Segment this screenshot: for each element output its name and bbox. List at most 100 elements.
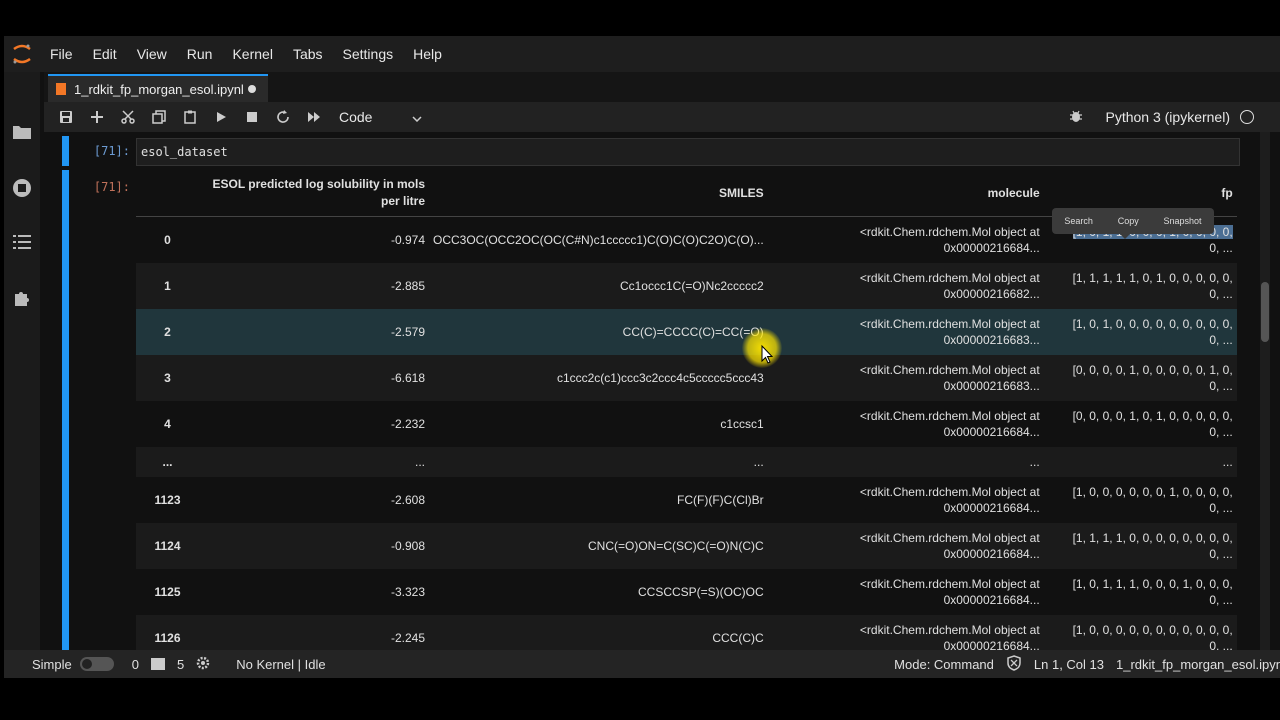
molecule-cell: <rdkit.Chem.rdchem.Mol object at 0x000002… — [768, 401, 1044, 447]
folder-icon[interactable] — [10, 120, 34, 144]
table-row: 1123 -2.608 FC(F)(F)C(Cl)Br <rdkit.Chem.rdc… — [136, 477, 1237, 523]
fast-forward-icon[interactable] — [298, 102, 329, 132]
fp-cell-text: 0, ... — [1209, 547, 1233, 561]
cut-icon[interactable] — [112, 102, 143, 132]
menu-edit[interactable]: Edit — [83, 36, 127, 72]
row-index: 1123 — [136, 477, 199, 523]
cell-type-dropdown[interactable]: Code — [339, 109, 422, 125]
molecule-cell-text: 0x00000216684... — [943, 547, 1040, 561]
kernels-count[interactable]: 5 — [177, 657, 184, 672]
vertical-scrollbar[interactable] — [1260, 132, 1270, 650]
cursor-position[interactable]: Ln 1, Col 13 — [1034, 657, 1104, 672]
running-sessions-icon[interactable] — [10, 176, 34, 200]
run-icon[interactable] — [205, 102, 236, 132]
smiles-cell: ... — [429, 447, 768, 477]
copy-icon[interactable] — [143, 102, 174, 132]
fp-cell-text: [1, 1, 1, 1, 0, 0, 0, 0, 0, 0, 0, 0, — [1072, 531, 1233, 545]
table-row: 1124 -0.908 CNC(=O)ON=C(SC)C(=O)N(C)C <rdki… — [136, 523, 1237, 569]
fp-cell-text: ... — [1222, 455, 1233, 469]
esol-cell: -0.908 — [199, 523, 429, 569]
table-row: 2 -2.579 CC(C)=CCCC(C)=CC(=O) <rdkit.Chem.r… — [136, 309, 1237, 355]
esol-header-line1: ESOL predicted log solubility in mols — [212, 177, 425, 191]
molecule-cell-text: <rdkit.Chem.rdchem.Mol object at — [859, 271, 1040, 285]
molecule-header: molecule — [767, 170, 1044, 217]
row-index-text: 1 — [164, 279, 171, 293]
paste-icon[interactable] — [174, 102, 205, 132]
fp-cell-text: 0, ... — [1209, 333, 1233, 347]
stop-icon[interactable] — [236, 102, 267, 132]
snapshot-button[interactable]: Snapshot — [1164, 216, 1202, 226]
restart-icon[interactable] — [267, 102, 298, 132]
copy-button[interactable]: Copy — [1118, 216, 1139, 226]
esol-header-line2: per litre — [380, 194, 425, 208]
menu-kernel[interactable]: Kernel — [222, 36, 282, 72]
molecule-cell: <rdkit.Chem.rdchem.Mol object at 0x000002… — [768, 477, 1044, 523]
fp-cell: [0, 0, 0, 0, 1, 0, 1, 0, 0, 0, 0, 0, 0, .… — [1044, 401, 1237, 447]
scrollbar-thumb[interactable] — [1261, 282, 1269, 342]
molecule-cell-text: <rdkit.Chem.rdchem.Mol object at — [859, 225, 1040, 239]
esol-cell: ... — [199, 447, 429, 477]
jupyter-logo-icon — [4, 36, 40, 72]
menu-view[interactable]: View — [127, 36, 177, 72]
fp-cell-text: 0, ... — [1209, 425, 1233, 439]
menubar: File Edit View Run Kernel Tabs Settings … — [4, 36, 1280, 72]
tab-notebook[interactable]: 1_rdkit_fp_morgan_esol.ipynl — [48, 74, 268, 102]
row-index-text: 2 — [164, 325, 171, 339]
terminal-icon[interactable] — [150, 658, 165, 670]
add-cell-icon[interactable] — [81, 102, 112, 132]
input-prompt: [71]: — [93, 144, 130, 158]
unsaved-dot-icon[interactable] — [247, 85, 256, 93]
table-of-contents-icon[interactable] — [10, 230, 34, 254]
table-row: 1125 -3.323 CCSCCSP(=S)(OC)OC <rdkit.Chem.r… — [136, 569, 1237, 615]
gear-icon[interactable] — [196, 656, 210, 673]
kernel-indicator[interactable]: Python 3 (ipykernel) — [1069, 102, 1254, 132]
table-row: ............... — [136, 447, 1237, 477]
tab-title: 1_rdkit_fp_morgan_esol.ipynl — [74, 81, 244, 97]
menu-tabs[interactable]: Tabs — [283, 36, 333, 72]
esol-cell-text: -0.974 — [390, 233, 425, 247]
menu-help[interactable]: Help — [403, 36, 452, 72]
menu-run[interactable]: Run — [177, 36, 223, 72]
simple-mode-toggle[interactable] — [79, 657, 114, 671]
kernel-status[interactable]: No Kernel | Idle — [236, 657, 325, 672]
molecule-cell-text: 0x00000216684... — [943, 241, 1040, 255]
fp-cell-text: 0, ... — [1209, 241, 1233, 255]
row-index: 4 — [136, 401, 199, 447]
molecule-cell: ... — [767, 447, 1044, 477]
terminals-count[interactable]: 0 — [132, 657, 139, 672]
menu-file[interactable]: File — [40, 36, 83, 72]
bug-icon[interactable] — [1069, 109, 1083, 126]
row-index-text: 1126 — [154, 631, 181, 645]
output-prompt: [71]: — [93, 180, 130, 194]
molecule-cell-text: 0x00000216684... — [943, 501, 1040, 515]
smiles-cell-text: c1ccc2c(c1)ccc3c2ccc4c5ccccc5ccc43 — [556, 371, 764, 385]
extensions-icon[interactable] — [10, 286, 34, 310]
fp-cell-text: [1, 0, 1, 1, 1, 0, 0, 0, 1, 0, 0, 0, — [1072, 577, 1233, 591]
fp-cell: ... — [1043, 447, 1237, 477]
row-index-text: 1125 — [154, 585, 181, 599]
notebook-icon — [56, 83, 66, 95]
esol-cell-text: -2.232 — [390, 417, 425, 431]
kernel-name[interactable]: Python 3 (ipykernel) — [1105, 109, 1230, 125]
menu-settings[interactable]: Settings — [333, 36, 404, 72]
code-input[interactable]: esol_dataset — [136, 138, 1240, 166]
search-button[interactable]: Search — [1064, 216, 1093, 226]
smiles-cell: OCC3OC(OCC2OC(OC(C#N)c1ccccc1)C(O)C(O)C2… — [429, 217, 768, 264]
shield-icon[interactable] — [1006, 654, 1022, 674]
smiles-cell-text: c1ccsc1 — [720, 417, 764, 431]
fp-cell-text: 0, ... — [1209, 379, 1233, 393]
tab-bar: 1_rdkit_fp_morgan_esol.ipynl — [44, 72, 1280, 102]
kernel-status-icon — [1240, 110, 1254, 124]
save-icon[interactable] — [50, 102, 81, 132]
output-collapser[interactable] — [62, 170, 69, 650]
mouse-pointer-icon — [761, 344, 774, 364]
fp-cell-text: 0, ... — [1209, 501, 1233, 515]
fp-cell: [1, 0, 1, 0, 0, 0, 0, 0, 0, 0, 0, 0, 0, .… — [1043, 309, 1237, 355]
esol-cell-text: ... — [414, 455, 425, 469]
molecule-cell: <rdkit.Chem.rdchem.Mol object at 0x000002… — [767, 263, 1044, 309]
table-row: 1126 -2.245 CCC(C)C <rdkit.Chem.rdchem.Mol … — [136, 615, 1237, 650]
selection-popup: Search Copy Snapshot — [1052, 208, 1214, 234]
smiles-cell: CC(C)=CCCC(C)=CC(=O) — [429, 309, 768, 355]
table-row: 3 -6.618 c1ccc2c(c1)ccc3c2ccc4c5ccccc5ccc4… — [136, 355, 1237, 401]
smiles-cell: FC(F)(F)C(Cl)Br — [429, 477, 768, 523]
